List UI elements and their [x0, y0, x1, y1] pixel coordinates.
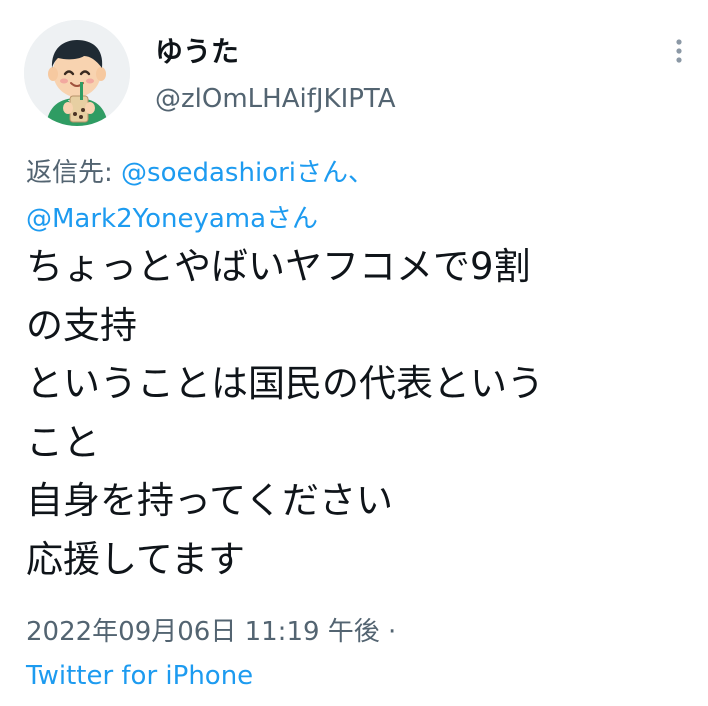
tweet-text-line: 応援してます — [26, 537, 246, 581]
user-handle[interactable]: @zlOmLHAifJKIPTA — [155, 82, 396, 116]
mention-link-mark2yoneyama[interactable]: @Mark2Yoneyama — [26, 204, 266, 234]
tweet-text-line: の支持 — [26, 303, 137, 347]
avatar[interactable] — [24, 20, 130, 126]
tweet-source-link[interactable]: Twitter for iPhone — [26, 658, 253, 694]
tweet-timestamp[interactable]: 2022年09月06日 11:19 午後 · — [26, 614, 396, 650]
avatar-icon — [24, 20, 130, 126]
more-options-button[interactable] — [662, 34, 696, 68]
tweet-text: ちょっとやばいヤフコメで9割 の支持 ということは国民の代表という こと 自身を… — [26, 238, 696, 589]
reply-line-2: @Mark2Yoneyamaさん — [26, 196, 686, 242]
reply-suffix-1: さん、 — [296, 158, 375, 188]
reply-suffix-2: さん — [266, 204, 319, 234]
tweet-detail: ゆうた @zlOmLHAifJKIPTA 返信先: @soedashioriさん… — [0, 0, 708, 706]
tweet-text-line: こと — [26, 420, 100, 464]
reply-prefix: 返信先: — [26, 158, 122, 188]
reply-line-1: 返信先: @soedashioriさん、 — [26, 150, 686, 196]
display-name[interactable]: ゆうた — [155, 34, 239, 70]
tweet-text-line: ということは国民の代表という — [26, 362, 544, 405]
reply-context: 返信先: @soedashioriさん、 @Mark2Yoneyamaさん — [26, 150, 686, 242]
more-vertical-icon — [676, 39, 682, 63]
mention-link-soedashiori[interactable]: @soedashiori — [121, 158, 296, 188]
tweet-text-line: 自身を持ってください — [26, 479, 394, 522]
tweet-text-line: ちょっとやばいヤフコメで9割 — [26, 245, 531, 288]
